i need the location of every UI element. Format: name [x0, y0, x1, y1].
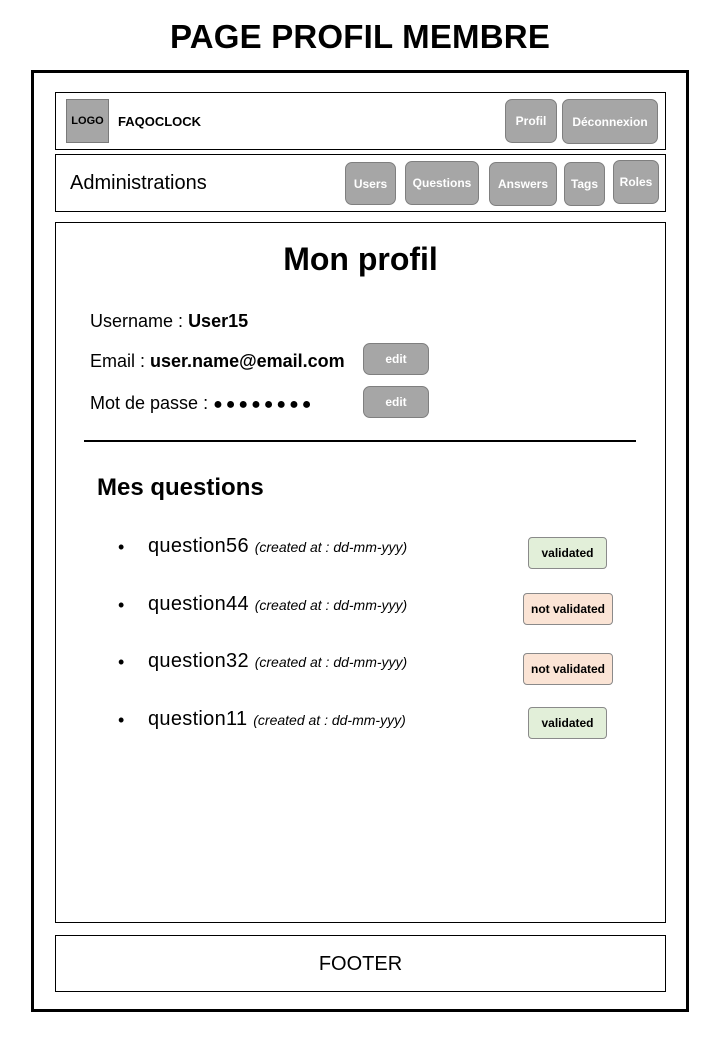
- question-date: (created at : dd-mm-yyy): [254, 539, 408, 555]
- question-link[interactable]: question32: [148, 650, 249, 672]
- profile-title: Mon profil: [283, 241, 438, 277]
- email-value: user.name@email.com: [150, 351, 345, 371]
- logout-button[interactable]: Déconnexion: [562, 99, 658, 144]
- main-content: Mon profil Username : User15 Email : use…: [55, 222, 666, 923]
- status-badge: not validated: [523, 653, 613, 685]
- email-row: Email : user.name@email.com: [90, 351, 345, 372]
- edit-password-button[interactable]: edit: [363, 386, 429, 418]
- bullet-icon: •: [118, 537, 125, 557]
- edit-email-button[interactable]: edit: [363, 343, 429, 375]
- admin-tags-button[interactable]: Tags: [564, 162, 605, 206]
- question-link[interactable]: question56: [148, 535, 249, 557]
- app-name: FAQOCLOCK: [118, 114, 202, 129]
- password-value: ●●●●●●●●: [213, 396, 315, 413]
- status-badge: validated: [528, 537, 607, 569]
- bullet-icon: •: [118, 652, 125, 672]
- question-date: (created at : dd-mm-yyy): [254, 597, 408, 613]
- admin-questions-button[interactable]: Questions: [405, 161, 479, 205]
- question-link[interactable]: question44: [148, 593, 249, 615]
- header: LOGO FAQOCLOCK Profil Déconnexion: [55, 92, 666, 150]
- bullet-icon: •: [118, 595, 125, 615]
- page-title: PAGE PROFIL MEMBRE: [169, 18, 551, 55]
- admin-bar-label: Administrations: [70, 172, 207, 194]
- admin-roles-button[interactable]: Roles: [613, 160, 659, 204]
- questions-title: Mes questions: [97, 474, 264, 501]
- question-date: (created at : dd-mm-yyy): [254, 654, 408, 670]
- divider: [84, 440, 636, 442]
- password-label: Mot de passe :: [90, 393, 209, 413]
- question-link[interactable]: question11: [148, 708, 247, 730]
- profil-button[interactable]: Profil: [505, 99, 557, 143]
- admin-bar: Administrations Users Questions Answers …: [55, 154, 666, 212]
- status-badge: validated: [528, 707, 607, 739]
- admin-users-button[interactable]: Users: [345, 162, 396, 205]
- username-label: Username :: [90, 311, 184, 331]
- password-row: Mot de passe : ●●●●●●●●: [90, 393, 314, 414]
- footer: FOOTER: [55, 935, 666, 992]
- footer-label: FOOTER: [318, 953, 403, 975]
- status-badge: not validated: [523, 593, 613, 625]
- username-value: User15: [188, 311, 249, 331]
- email-label: Email :: [90, 351, 146, 371]
- question-date: (created at : dd-mm-yyy): [253, 712, 406, 728]
- username-row: Username : User15: [90, 311, 248, 332]
- logo[interactable]: LOGO: [66, 99, 109, 143]
- admin-answers-button[interactable]: Answers: [489, 162, 557, 206]
- bullet-icon: •: [118, 710, 125, 730]
